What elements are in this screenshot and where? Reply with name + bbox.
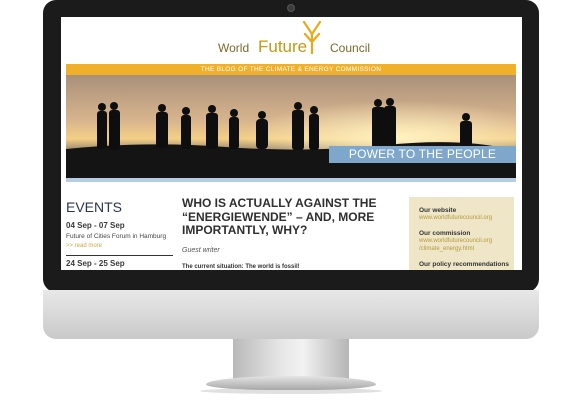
sidebar-link[interactable]: www.worldfuturecouncil.org [419,215,509,222]
screen: World Future Council THE BLOG OF THE CLI… [61,17,522,270]
logo-word-world: World [218,41,250,55]
monitor-base [206,376,376,390]
event-name: Future of Cities Forum in Hamburg [66,233,167,240]
event-date: 04 Sep - 07 Sep [66,221,125,230]
article-title[interactable]: WHO IS ACTUALLY AGAINST THE “ENERGIEWEND… [182,196,400,238]
event-item: 24 Sep - 25 Sep [66,255,173,268]
event-read-more-link[interactable]: >> read more [66,243,173,249]
event-item: 04 Sep - 07 Sep Future of Cities Forum i… [66,221,173,249]
sidebar-link[interactable]: www.worldfuturecouncil.org [419,238,509,245]
sidebar-group-commission: Our commission www.worldfuturecouncil.or… [419,230,509,253]
logo-word-council: Council [330,41,371,55]
article: WHO IS ACTUALLY AGAINST THE “ENERGIEWEND… [182,196,400,270]
hero-image: POWER TO THE PEOPLE [66,75,516,178]
sidebar-heading: Our commission [419,230,471,237]
monitor-chin [43,290,539,339]
events-sidebar: EVENTS 04 Sep - 07 Sep Future of Cities … [66,199,173,268]
sidebar-link[interactable]: /climate_energy.html [419,246,509,253]
info-sidebar: Our website www.worldfuturecouncil.org O… [409,197,514,270]
monitor-stand [233,339,349,379]
logo-word-future: Future [258,37,308,56]
article-byline: Guest writer [182,246,220,254]
hero-caption: POWER TO THE PEOPLE [329,146,516,163]
camera-icon [287,4,295,12]
sidebar-group-policy: Our policy recommendations [419,261,509,268]
hero-divider [66,178,516,182]
article-lead: The current situation: The world is foss… [182,263,300,270]
events-heading: EVENTS [66,199,123,215]
sidebar-group-website: Our website www.worldfuturecouncil.org [419,207,509,222]
event-date: 24 Sep - 25 Sep [66,255,173,268]
sidebar-heading: Our website [419,207,457,214]
tree-logo-icon [302,20,322,54]
sidebar-heading: Our policy recommendations [419,261,509,268]
blog-tagline-banner: THE BLOG OF THE CLIMATE & ENERGY COMMISS… [66,64,516,75]
